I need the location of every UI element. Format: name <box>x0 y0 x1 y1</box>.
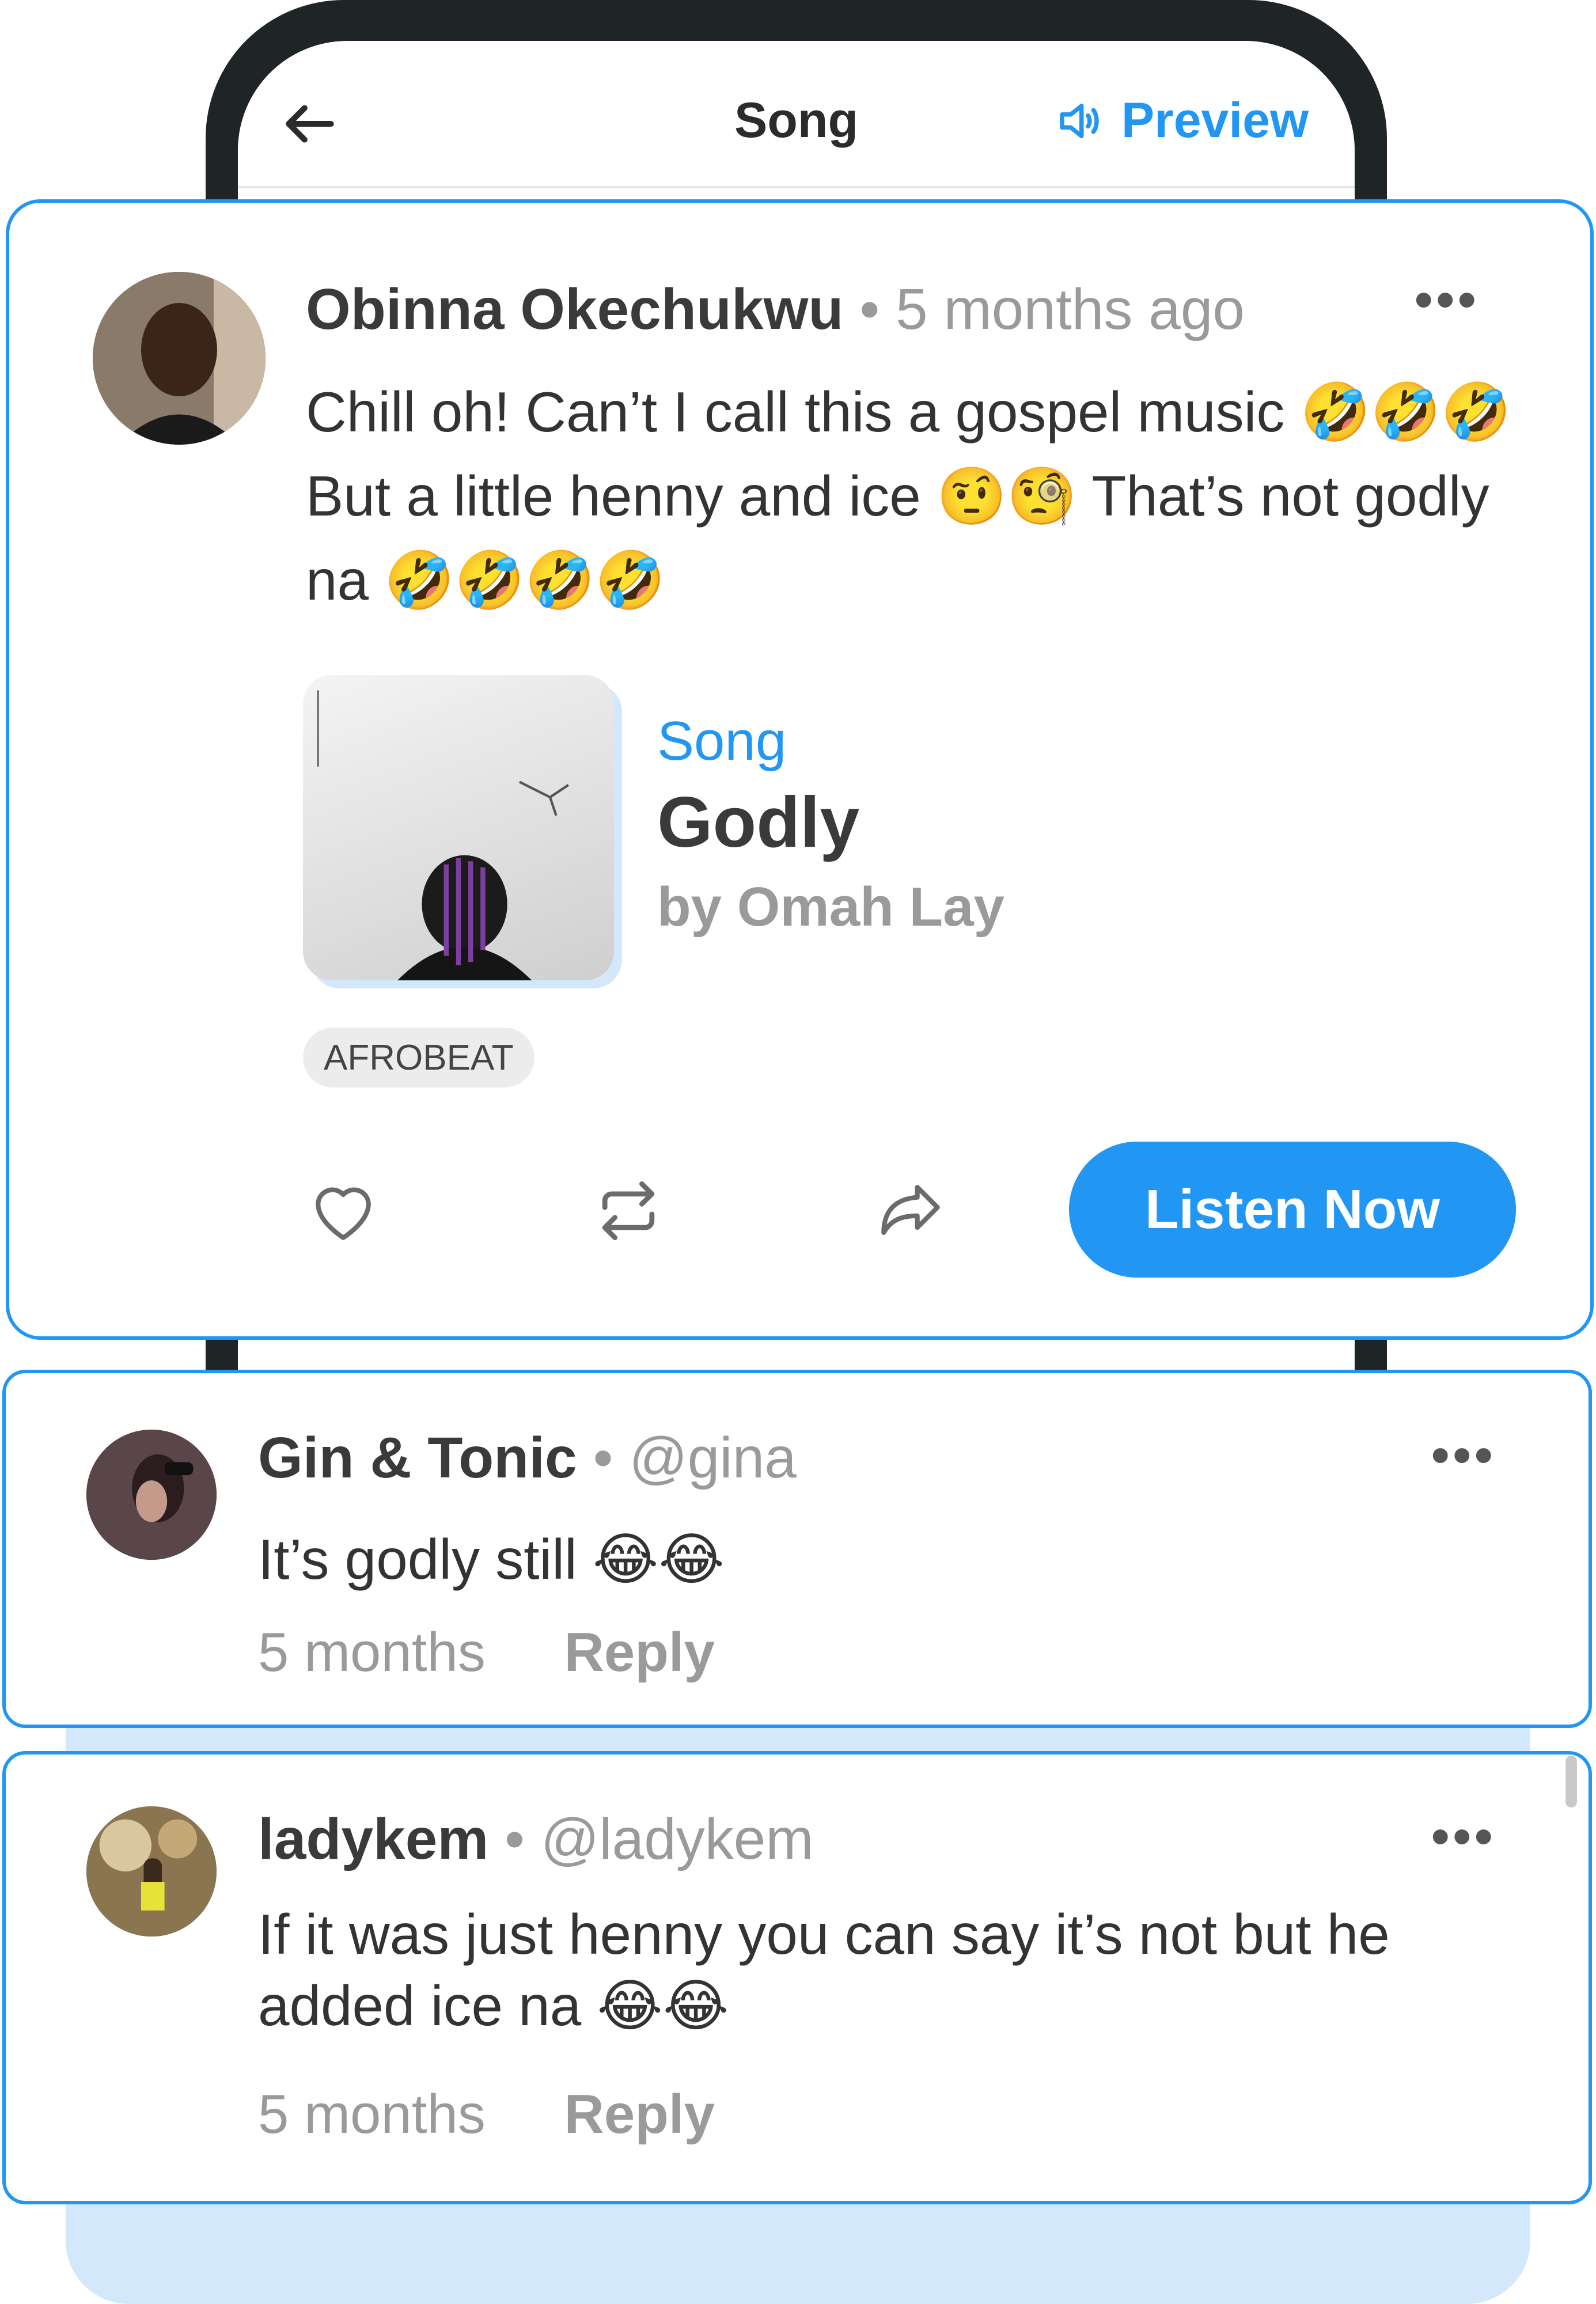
author-name: ladykem <box>258 1807 489 1871</box>
author-name: Gin & Tonic <box>258 1426 577 1490</box>
preview-label: Preview <box>1121 93 1309 148</box>
reply-button[interactable]: Reply <box>564 1621 715 1683</box>
comment-time: 5 months <box>258 1621 486 1683</box>
author-handle: @ladykem <box>540 1807 814 1871</box>
dot-separator: • <box>593 1426 630 1490</box>
song-type: Song <box>657 710 787 772</box>
dot-separator: • <box>505 1807 541 1871</box>
song-cover-art[interactable] <box>303 675 614 980</box>
comment-author[interactable]: Gin & Tonic • @gina <box>258 1425 797 1491</box>
comment-text: If it was just henny you can say it’s no… <box>258 1903 1390 2037</box>
heart-icon[interactable] <box>303 1170 384 1251</box>
post-card: Obinna Okechukwu • 5 months ago ••• Chil… <box>6 199 1594 1340</box>
comment-author[interactable]: ladykem • @ladykem <box>258 1806 814 1873</box>
app-bar: Song Preview <box>238 63 1355 188</box>
dot-separator: • <box>859 277 896 342</box>
post-author[interactable]: Obinna Okechukwu • 5 months ago <box>306 276 1245 343</box>
avatar[interactable] <box>86 1806 217 1937</box>
more-options-icon[interactable]: ••• <box>1431 1426 1496 1486</box>
comment-time: 5 months <box>258 2083 486 2145</box>
song-artist[interactable]: by Omah Lay <box>657 876 1004 939</box>
app-bar-divider <box>238 186 1355 188</box>
comment-text: It’s godly still 😂😂 <box>258 1528 725 1591</box>
song-title[interactable]: Godly <box>657 782 859 863</box>
post-text: Chill oh! Can’t I call this a gospel mus… <box>306 380 1511 612</box>
listen-now-button[interactable]: Listen Now <box>1069 1142 1516 1278</box>
preview-button[interactable]: Preview <box>1053 92 1309 149</box>
reply-button[interactable]: Reply <box>564 2083 715 2145</box>
comment-footer: 5 months Reply <box>258 2083 715 2146</box>
author-name: Obinna Okechukwu <box>306 277 844 342</box>
scrollbar[interactable] <box>1565 1756 1577 1807</box>
more-options-icon[interactable]: ••• <box>1431 1807 1496 1867</box>
speaker-icon <box>1060 103 1099 138</box>
more-options-icon[interactable]: ••• <box>1415 271 1480 330</box>
share-icon[interactable] <box>870 1170 951 1251</box>
avatar[interactable] <box>86 1430 217 1560</box>
comment-footer: 5 months Reply <box>258 1621 715 1684</box>
genre-tag[interactable]: AFROBEAT <box>303 1028 534 1087</box>
repost-icon[interactable] <box>588 1170 669 1251</box>
author-handle: @gina <box>629 1426 797 1490</box>
comment-card: ladykem • @ladykem ••• If it was just he… <box>2 1751 1592 2204</box>
post-time: 5 months ago <box>896 277 1245 342</box>
comment-card: Gin & Tonic • @gina ••• It’s godly still… <box>2 1370 1592 1728</box>
avatar[interactable] <box>93 272 266 445</box>
